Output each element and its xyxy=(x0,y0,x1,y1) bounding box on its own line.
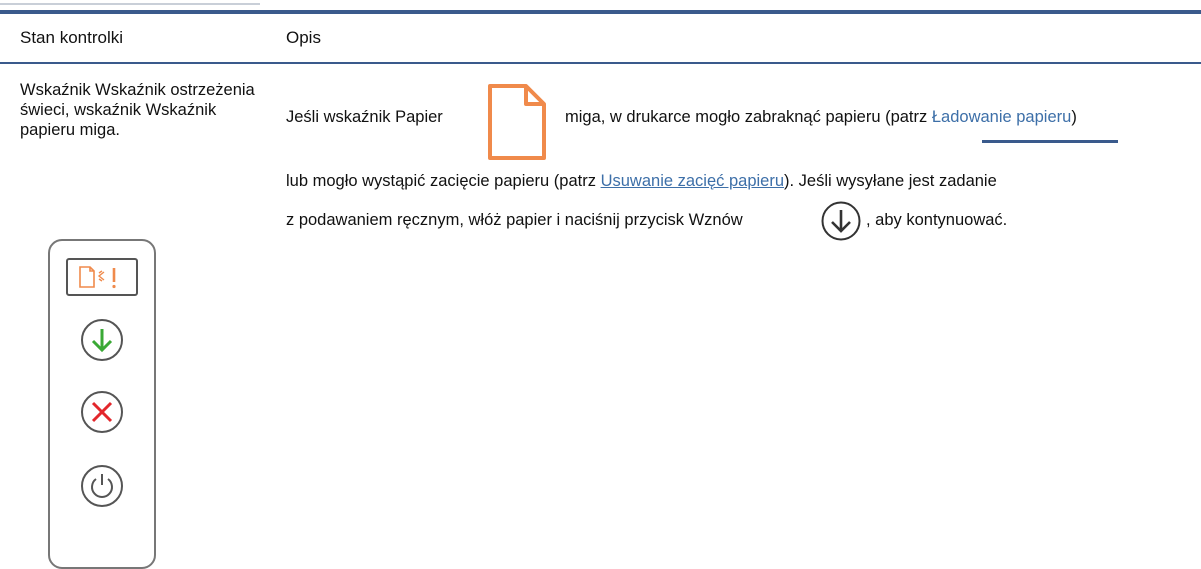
header-description: Opis xyxy=(286,28,321,47)
description-line-2: lub mogło wystąpić zacięcie papieru (pat… xyxy=(286,172,997,191)
link-loading-paper[interactable]: Ładowanie papieru xyxy=(932,108,1071,126)
paper-attention-icon xyxy=(79,266,116,289)
cancel-button-icon xyxy=(81,391,123,433)
state-description: Wskaźnik Wskaźnik ostrzeżenia świeci, ws… xyxy=(20,81,255,139)
header-rule xyxy=(0,62,1201,64)
description-line-3b: , aby kontynuować. xyxy=(866,211,1007,230)
desc-text: , aby kontynuować. xyxy=(866,211,1008,229)
paper-icon xyxy=(488,84,546,160)
desc-text: lub mogło wystąpić zacięcie papieru (pat… xyxy=(286,172,596,190)
power-button-icon xyxy=(81,465,123,507)
desc-text: Jeśli wskaźnik Papier xyxy=(286,108,443,126)
desc-text: ). Jeśli wysyłane jest zadanie xyxy=(784,172,997,190)
desc-text: z podawaniem ręcznym, włóż papier i naci… xyxy=(286,211,743,229)
desc-text: miga, w drukarce mogło zabraknąć papieru… xyxy=(565,108,928,126)
link-underline xyxy=(982,140,1118,143)
header-state: Stan kontrolki xyxy=(20,28,123,47)
description-line-3a: z podawaniem ręcznym, włóż papier i naci… xyxy=(286,211,743,230)
resume-arrow-icon xyxy=(821,201,861,241)
top-decoration xyxy=(0,3,260,5)
status-led-box xyxy=(66,258,138,296)
link-clearing-jams[interactable]: Usuwanie zacięć papieru xyxy=(601,172,784,190)
resume-button-icon xyxy=(81,319,123,361)
desc-text: ) xyxy=(1071,108,1077,126)
table-header: Stan kontrolki Opis xyxy=(0,14,1201,62)
description-line-1b: miga, w drukarce mogło zabraknąć papieru… xyxy=(565,108,1077,127)
control-panel-illustration xyxy=(48,239,156,569)
description-line-1: Jeśli wskaźnik Papier xyxy=(286,108,443,127)
